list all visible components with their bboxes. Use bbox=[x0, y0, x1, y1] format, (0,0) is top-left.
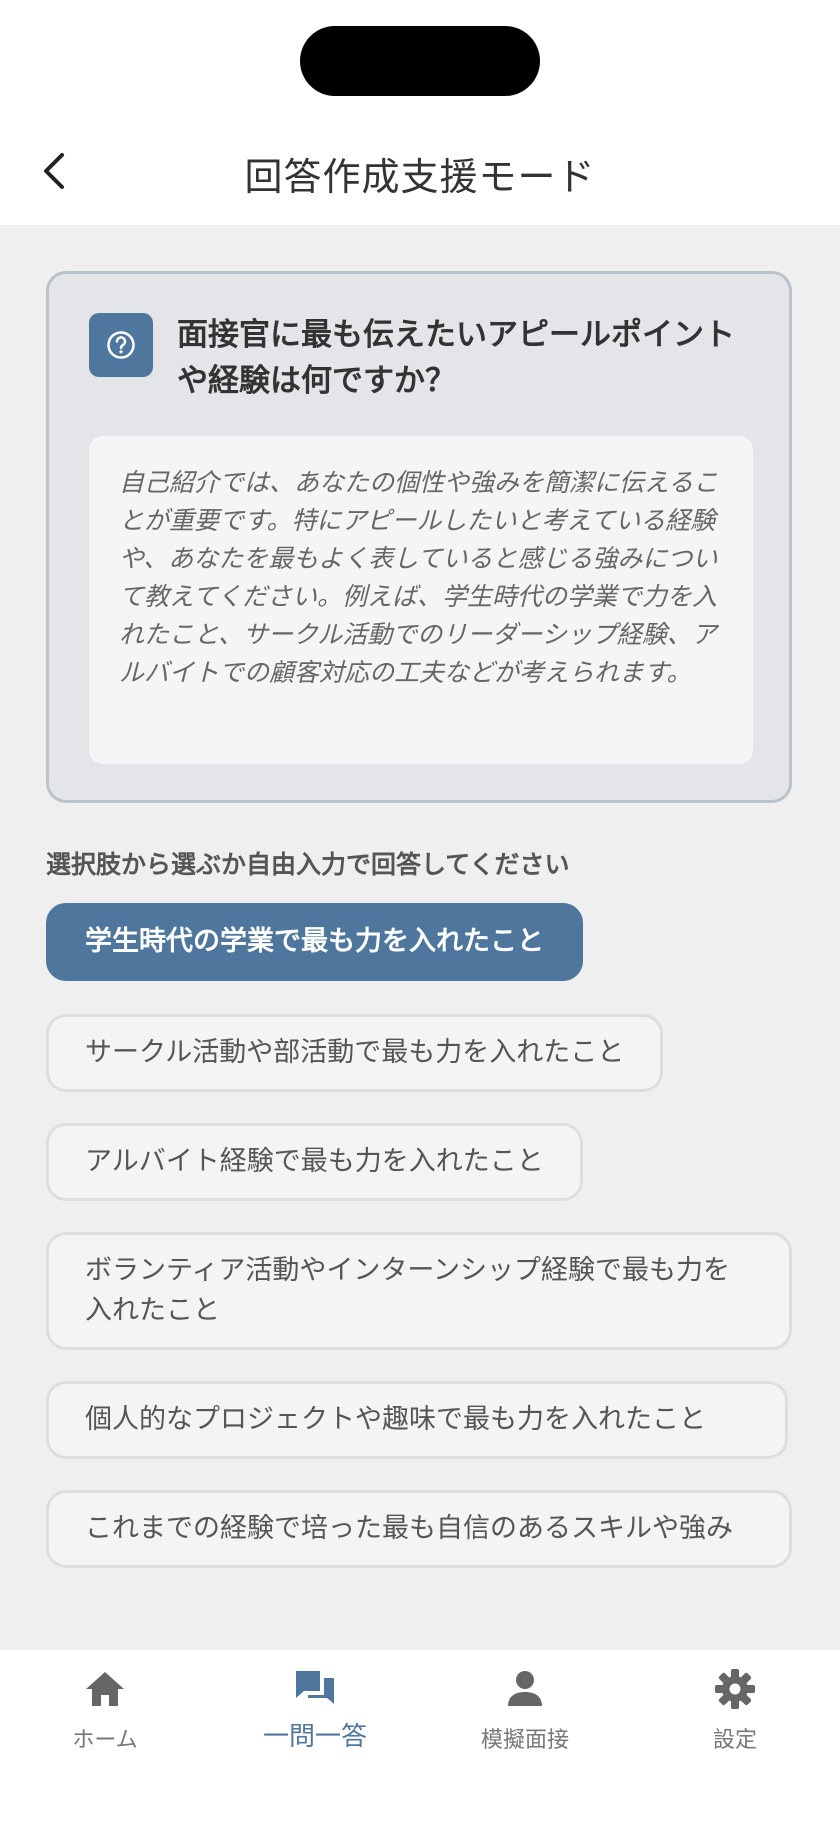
page-title: 回答作成支援モード bbox=[244, 155, 596, 199]
question-icon bbox=[89, 313, 153, 377]
option-volunteer-internship[interactable]: ボランティア活動やインターンシップ経験で最も力を入れたこと bbox=[46, 1232, 792, 1350]
nav-qa-label: 一問一答 bbox=[262, 1722, 367, 1752]
option-label: これまでの経験で培った最も自信のあるスキルや強み bbox=[85, 1513, 733, 1544]
option-personal-projects[interactable]: 個人的なプロジェクトや趣味で最も力を入れたこと bbox=[46, 1381, 788, 1459]
answer-prompt: 選択肢から選ぶか自由入力で回答してください bbox=[46, 850, 570, 879]
chat-icon bbox=[296, 1671, 334, 1704]
home-icon bbox=[86, 1672, 124, 1706]
question-card: 面接官に最も伝えたいアピールポイントや経験は何ですか？ 自己紹介では、あなたの個… bbox=[46, 271, 792, 803]
bottom-navigation: ホーム 一問一答 模擬面接 設定 bbox=[0, 1650, 840, 1825]
phone-screen: 回答作成支援モード 面接官に最も伝えたいアピールポイントや経験は何ですか？ 自己… bbox=[0, 0, 840, 1825]
option-part-time-job[interactable]: アルバイト経験で最も力を入れたこと bbox=[46, 1123, 583, 1201]
nav-home[interactable]: ホーム bbox=[0, 1664, 210, 1764]
option-label: 個人的なプロジェクトや趣味で最も力を入れたこと bbox=[85, 1404, 706, 1435]
nav-settings-label: 設定 bbox=[712, 1728, 757, 1753]
gear-icon bbox=[715, 1669, 755, 1709]
app-header: 回答作成支援モード bbox=[0, 120, 840, 225]
option-label: サークル活動や部活動で最も力を入れたこと bbox=[85, 1037, 625, 1068]
question-title: 面接官に最も伝えたいアピールポイントや経験は何ですか？ bbox=[177, 317, 735, 399]
nav-home-label: ホーム bbox=[72, 1728, 138, 1753]
option-club-activities[interactable]: サークル活動や部活動で最も力を入れたこと bbox=[46, 1014, 664, 1092]
option-label: 学生時代の学業で最も力を入れたこと bbox=[85, 926, 544, 957]
nav-qa[interactable]: 一問一答 bbox=[210, 1664, 420, 1764]
camera-notch bbox=[300, 26, 540, 96]
option-label: ボランティア活動やインターンシップ経験で最も力を入れたこと bbox=[85, 1255, 731, 1326]
question-description: 自己紹介では、あなたの個性や強みを簡潔に伝えることが重要です。特にアピールしたい… bbox=[89, 436, 753, 764]
person-icon bbox=[508, 1671, 542, 1706]
option-skills-strengths[interactable]: これまでの経験で培った最も自信のあるスキルや強み bbox=[46, 1490, 792, 1568]
main-content: 面接官に最も伝えたいアピールポイントや経験は何ですか？ 自己紹介では、あなたの個… bbox=[0, 225, 840, 1650]
nav-settings[interactable]: 設定 bbox=[630, 1664, 840, 1764]
nav-mock-interview[interactable]: 模擬面接 bbox=[420, 1664, 630, 1764]
option-academics[interactable]: 学生時代の学業で最も力を入れたこと bbox=[46, 903, 583, 981]
option-label: アルバイト経験で最も力を入れたこと bbox=[85, 1146, 544, 1177]
nav-mock-interview-label: 模擬面接 bbox=[480, 1728, 569, 1753]
